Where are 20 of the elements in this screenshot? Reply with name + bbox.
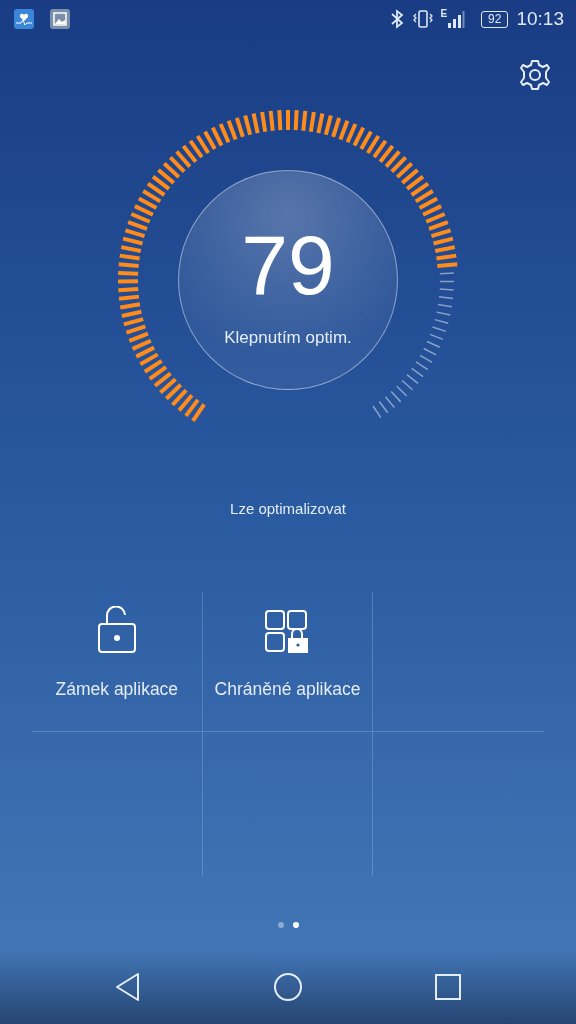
tile-button[interactable]: Zámek aplikace [55, 675, 179, 702]
back-icon[interactable] [113, 972, 142, 1002]
health-app-icon [14, 9, 34, 29]
optimize-hint: Klepnutím optim. [224, 327, 352, 350]
battery-indicator: 92 [481, 10, 509, 28]
bluetooth-icon [390, 9, 405, 29]
vibrate-icon [412, 9, 435, 29]
signal-icon [447, 9, 466, 29]
recents-icon[interactable] [434, 973, 463, 1001]
status-text: Lze optimalizovat [229, 499, 347, 519]
unlocked-padlock-icon [96, 605, 137, 654]
locked-apps-icon [265, 609, 310, 654]
gallery-icon [50, 9, 70, 29]
score-value: 79 [241, 223, 335, 308]
network-type: E [440, 7, 448, 21]
home-icon[interactable] [273, 972, 303, 1002]
clock: 10:13 [516, 6, 564, 31]
settings-icon[interactable] [518, 58, 552, 92]
tile-button[interactable]: Chráněné aplikace [214, 675, 361, 702]
optimize-button[interactable]: 79 Klepnutím optim. [178, 170, 398, 390]
